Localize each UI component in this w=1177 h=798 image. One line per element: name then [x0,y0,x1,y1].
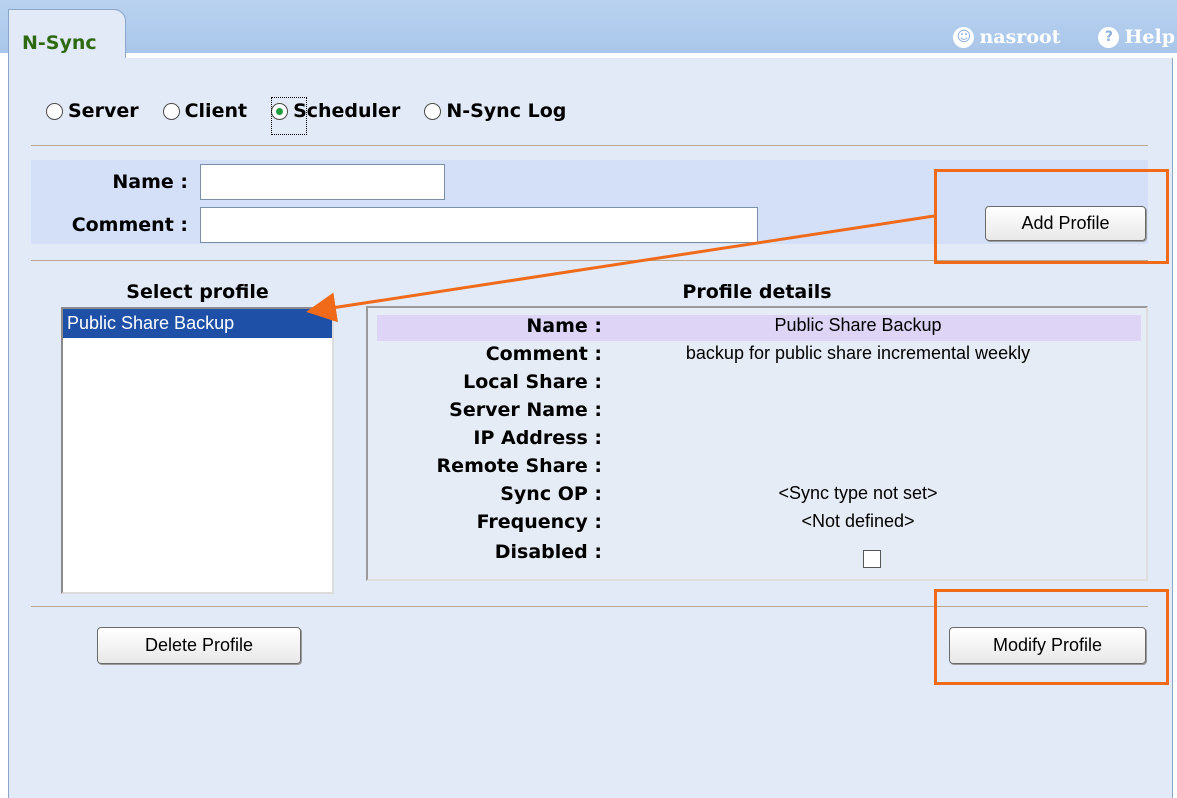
mode-nsync-log-label: N-Sync Log [446,100,567,122]
detail-row-comment: Comment : backup for public share increm… [368,343,1148,371]
disabled-checkbox[interactable] [863,550,881,568]
top-bar: N-Sync ☺ nasroot ? Help [0,0,1177,60]
name-label: Name : [112,171,188,193]
annotation-box-modify [934,589,1169,685]
name-input[interactable] [200,164,445,200]
detail-key: Sync OP : [500,483,602,505]
detail-key: Frequency : [476,511,602,533]
help-icon: ? [1098,26,1120,48]
mode-selector: Server Client Scheduler N-Sync Log [46,100,590,122]
detail-key: Disabled : [494,541,602,563]
comment-input[interactable] [200,207,758,243]
detail-row-remote-share: Remote Share : [368,455,1148,483]
annotation-box-add [934,169,1169,264]
user-link[interactable]: ☺ nasroot [953,26,1060,48]
detail-value: <Not defined> [801,511,915,531]
detail-value: Public Share Backup [774,315,942,335]
radio-client[interactable] [162,102,180,120]
mode-client[interactable]: Client [162,100,248,122]
mode-nsync-log[interactable]: N-Sync Log [424,100,566,122]
profile-details-panel: Name : Public Share Backup Comment : bac… [366,306,1148,581]
top-links: ☺ nasroot ? Help [915,26,1175,48]
mode-scheduler-label: Scheduler [293,100,401,122]
detail-key: Server Name : [449,399,602,421]
tab-label: N-Sync [22,32,97,54]
profile-listbox[interactable]: Public Share Backup [61,307,334,594]
mode-client-label: Client [184,100,248,122]
list-item[interactable]: Public Share Backup [63,309,332,338]
comment-label: Comment : [71,214,188,236]
detail-row-sync-op: Sync OP : <Sync type not set> [368,483,1148,511]
detail-key: Local Share : [463,371,602,393]
detail-key: IP Address : [473,427,602,449]
divider [31,145,1148,146]
detail-value: <Sync type not set> [778,483,938,503]
focus-outline [271,97,307,135]
detail-key: Name : [526,315,602,337]
delete-profile-button[interactable]: Delete Profile [97,627,301,664]
radio-server[interactable] [46,102,63,120]
profile-details-title: Profile details [682,281,832,303]
detail-row-disabled: Disabled : [368,541,1148,569]
detail-row-server-name: Server Name : [368,399,1148,427]
detail-row-ip-address: IP Address : [368,427,1148,455]
radio-nsync-log[interactable] [424,102,442,120]
mode-server[interactable]: Server [46,100,139,122]
detail-value: backup for public share incremental week… [685,343,1031,363]
detail-key: Remote Share : [436,455,602,477]
select-profile-title: Select profile [126,281,269,303]
help-label: Help [1124,26,1175,48]
detail-key: Comment : [485,343,602,365]
detail-row-local-share: Local Share : [368,371,1148,399]
tab-n-sync[interactable]: N-Sync [8,9,126,60]
help-link[interactable]: ? Help [1098,26,1175,48]
detail-row-name: Name : Public Share Backup [368,315,1148,343]
mode-server-label: Server [68,100,139,122]
detail-row-frequency: Frequency : <Not defined> [368,511,1148,539]
user-label: nasroot [979,26,1061,48]
user-icon: ☺ [953,26,975,48]
